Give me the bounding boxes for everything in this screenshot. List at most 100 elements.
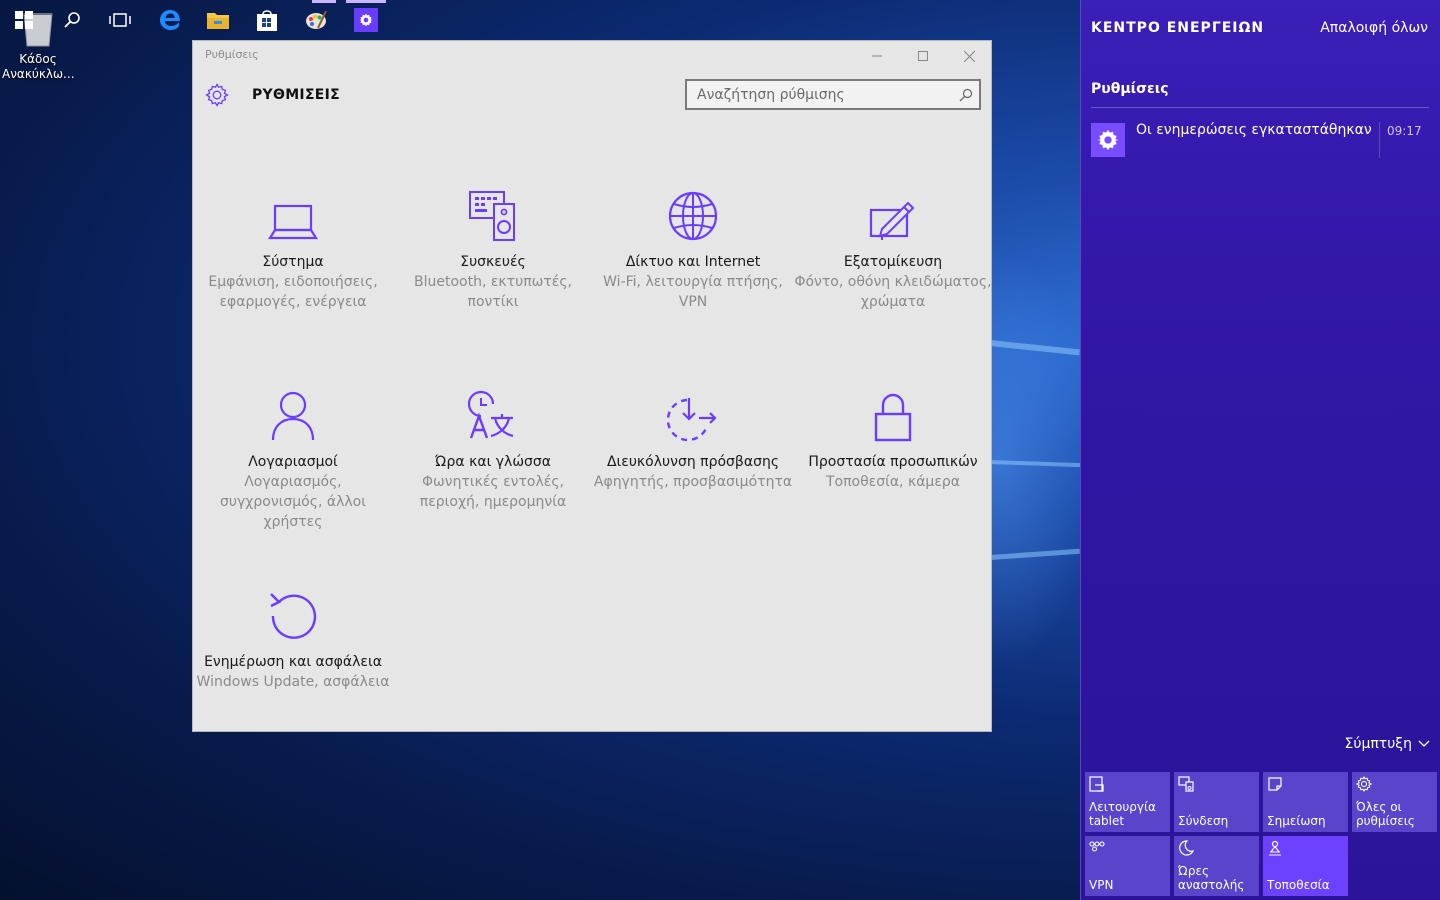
tile-description: Λογαριασμός, συγχρονισμός, άλλοι χρήστες [220,474,366,530]
quick-action-note[interactable]: Σημείωση [1263,772,1348,832]
tile-name: Λογαριασμοί [248,454,338,470]
tile-description: Εμφάνιση, ειδοποιήσεις, εφαρμογές, ενέργ… [208,274,378,310]
quick-action-label: Σύνδεση [1178,814,1229,828]
tile-update-security[interactable]: Ενημέρωση και ασφάλεια Windows Update, α… [193,586,393,692]
quick-action-connect[interactable]: Σύνδεση [1174,772,1259,832]
globe-icon [668,191,718,241]
tile-description: Αφηγητής, προσβασιμότητα [593,474,793,490]
tile-name: Εξατομίκευση [843,254,943,270]
person-icon [271,391,315,441]
tile-description: Φόντο, οθόνη κλειδώματος, χρώματα [794,274,992,310]
settings-icon [359,13,373,27]
action-center-title: ΚΕΝΤΡΟ ΕΝΕΡΓΕΙΩΝ [1091,20,1265,36]
settings-gear-icon [1097,129,1119,151]
chevron-down-icon [1418,740,1430,747]
tile-accounts[interactable]: Λογαριασμοί Λογαριασμός, συγχρονισμός, ά… [193,386,393,532]
action-center-panel: ΚΕΝΤΡΟ ΕΝΕΡΓΕΙΩΝ Απαλοιφή όλων Ρυθμίσεις… [1080,0,1440,900]
tile-ease-of-access[interactable]: Διευκόλυνση πρόσβασης Αφηγητής, προσβασι… [593,386,793,492]
moon-icon [1179,840,1195,856]
notification-text[interactable]: Οι ενημερώσεις εγκαταστάθηκαν [1136,122,1372,138]
minimize-icon [872,55,882,57]
recycle-bin-label: Κάδος Ανακύκλω... [2,52,75,81]
tile-privacy[interactable]: Προστασία προσωπικών Τοποθεσία, κάμερα [793,386,993,492]
paint-icon [306,10,327,29]
edge-taskbar-button[interactable] [154,4,186,36]
time-language-icon [467,390,514,439]
tile-personalization[interactable]: Εξατομίκευση Φόντο, οθόνη κλειδώματος, χ… [793,186,993,312]
quick-action-tablet-mode[interactable]: Λειτουργία tablet [1085,772,1170,832]
tile-name: Ώρα και γλώσσα [434,454,552,470]
divider [1379,122,1380,158]
search-input[interactable] [687,81,947,108]
notification-app-icon [1091,123,1125,157]
note-icon [1268,777,1282,791]
tile-devices[interactable]: Συσκευές Bluetooth, εκτυπωτές, ποντίκι [393,186,593,312]
quick-action-label: Ώρες αναστολής [1178,864,1245,892]
maximize-button[interactable] [900,41,946,71]
tile-name: Δίκτυο και Internet [625,254,761,270]
settings-gear-icon [1355,775,1373,793]
notification-time: 09:17 [1387,124,1422,138]
window-title: Ρυθμίσεις [205,48,259,61]
tile-name: Προστασία προσωπικών [808,454,978,470]
quick-action-label: Όλες οι ρυθμίσεις [1356,800,1415,828]
collapse-button[interactable]: Σύμπτυξη [1345,736,1431,752]
running-indicator [312,0,336,3]
tile-system[interactable]: Σύστημα Εμφάνιση, ειδοποιήσεις, εφαρμογέ… [193,186,393,312]
search-icon [959,88,973,102]
collapse-label: Σύμπτυξη [1344,736,1413,752]
notification-group-title[interactable]: Ρυθμίσεις [1091,81,1169,97]
tile-name: Συσκευές [460,254,526,270]
quick-action-vpn[interactable]: VPN [1085,836,1170,896]
tile-time-language[interactable]: Ώρα και γλώσσα Φωνητικές εντολές, περιοχ… [393,386,593,512]
tile-description: Bluetooth, εκτυπωτές, ποντίκι [413,274,573,310]
close-button[interactable] [946,41,992,71]
page-title: ΡΥΘΜΙΣΕΙΣ [252,87,341,103]
divider [1091,107,1429,108]
personalization-icon [869,201,915,240]
file-explorer-taskbar-button[interactable] [202,4,234,36]
quick-action-label: VPN [1089,878,1114,892]
tile-name: Σύστημα [262,254,324,270]
update-icon [270,593,317,639]
tile-name: Ενημέρωση και ασφάλεια [204,654,382,670]
settings-taskbar-button[interactable] [350,4,382,36]
tile-description: Φωνητικές εντολές, περιοχή, ημερομηνία [419,474,567,510]
quick-action-location[interactable]: Τοποθεσία [1263,836,1348,896]
laptop-icon [268,204,318,240]
start-button[interactable] [8,4,40,36]
vpn-icon [1089,841,1105,852]
edge-icon [160,10,180,30]
active-app-indicator [346,0,386,3]
paint-taskbar-button[interactable] [300,4,332,36]
minimize-button[interactable] [854,41,900,71]
task-view-button[interactable] [104,4,136,36]
tile-name: Διευκόλυνση πρόσβασης [606,454,780,470]
search-icon [64,12,80,28]
ease-of-access-icon [667,398,717,442]
tablet-mode-icon [1089,776,1104,792]
taskbar [0,0,1080,40]
quick-action-label: Λειτουργία tablet [1089,800,1156,828]
lock-icon [874,393,912,442]
devices-icon [469,191,515,241]
store-taskbar-button[interactable] [251,4,283,36]
file-explorer-icon [207,13,229,29]
quick-action-all-settings[interactable]: Όλες οι ρυθμίσεις [1352,772,1437,832]
store-icon [257,10,277,31]
task-view-icon [109,13,131,27]
connect-icon [1178,776,1194,792]
search-button[interactable] [56,4,88,36]
header-gear-icon [205,83,229,111]
tile-description: Τοποθεσία, κάμερα [825,474,961,490]
quick-action-label: Σημείωση [1267,814,1326,828]
clear-all-link[interactable]: Απαλοιφή όλων [1320,20,1428,36]
settings-search-box[interactable] [685,79,981,110]
settings-window: Ρυθμίσεις ΡΥΘΜΙΣΕΙΣ Σύστημα Εμφάνιση, ει… [192,40,992,732]
maximize-icon [918,51,928,61]
tile-network[interactable]: Δίκτυο και Internet Wi-Fi, λειτουργία πτ… [593,186,793,312]
tile-description: Wi-Fi, λειτουργία πτήσης, VPN [603,274,783,310]
quick-action-quiet-hours[interactable]: Ώρες αναστολής [1174,836,1259,896]
close-icon [963,50,975,62]
location-icon [1269,840,1281,856]
